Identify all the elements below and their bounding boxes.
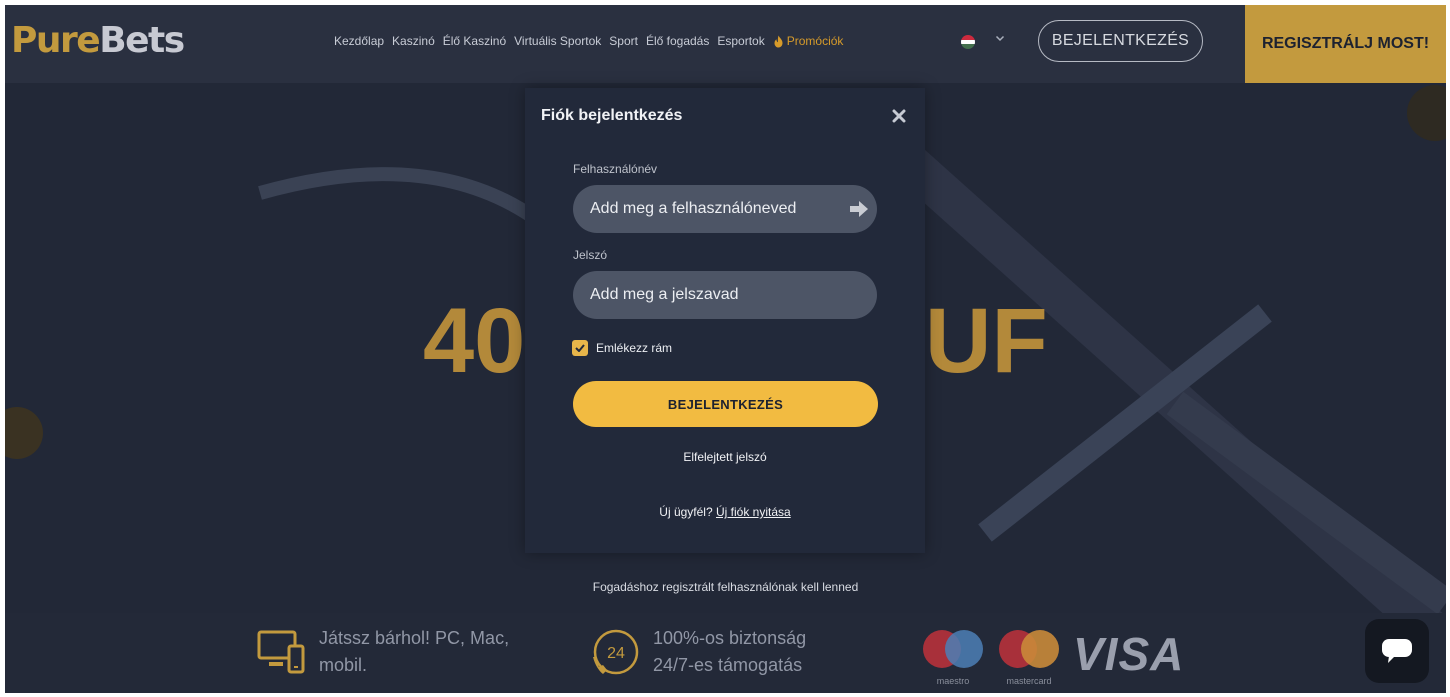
- chat-button[interactable]: [1365, 619, 1429, 683]
- visa-logo: VISA: [1073, 628, 1185, 680]
- logo-pure: Pure: [11, 20, 101, 61]
- remember-checkbox[interactable]: [572, 340, 588, 356]
- register-now-button[interactable]: REGISZTRÁLJ MOST!: [1245, 5, 1446, 83]
- username-label: Felhasználónév: [573, 162, 658, 176]
- new-account-row: Új ügyfél? Új fiók nyitása: [525, 505, 925, 519]
- language-chevron-down-icon[interactable]: [995, 32, 1005, 46]
- nav-item-promotions[interactable]: Promóciók: [773, 34, 844, 48]
- password-placeholder: Add meg a jelszavad: [590, 286, 739, 303]
- password-input[interactable]: Add meg a jelszavad: [573, 271, 877, 319]
- support-24-icon: 24: [593, 629, 639, 675]
- hero-amount-right: UF: [925, 290, 1048, 392]
- username-placeholder: Add meg a felhasználóneved: [590, 200, 797, 217]
- nav-item-live-casino[interactable]: Élő Kaszinó: [443, 34, 506, 48]
- close-icon[interactable]: [892, 107, 908, 123]
- page-frame: PureBets Kezdőlap Kaszinó Élő Kaszinó Vi…: [5, 5, 1446, 693]
- nav-item-esports[interactable]: Esportok: [717, 34, 764, 48]
- registration-note: Fogadáshoz regisztrált felhasználónak ke…: [592, 580, 859, 594]
- top-header: PureBets Kezdőlap Kaszinó Élő Kaszinó Vi…: [5, 5, 1446, 83]
- support-badge: 24: [607, 645, 625, 662]
- devices-line2: mobil.: [319, 655, 368, 675]
- open-account-link[interactable]: Új fiók nyitása: [716, 505, 791, 519]
- fire-icon: [774, 35, 783, 47]
- promo-label: Promóciók: [786, 34, 844, 48]
- nav-item-virtual-sports[interactable]: Virtuális Sportok: [514, 34, 601, 48]
- password-label: Jelszó: [573, 248, 608, 262]
- purebets-logo[interactable]: PureBets: [11, 19, 185, 63]
- nav-item-live-betting[interactable]: Élő fogadás: [646, 34, 709, 48]
- checkmark-icon: [575, 344, 585, 352]
- username-input[interactable]: Add meg a felhasználóneved: [573, 185, 877, 233]
- logo-bets: Bets: [99, 20, 185, 61]
- mastercard-label: mastercard: [1006, 676, 1052, 686]
- hungarian-flag-icon[interactable]: [961, 35, 975, 49]
- main-nav: Kezdőlap Kaszinó Élő Kaszinó Virtuális S…: [334, 34, 843, 48]
- chat-bubble-icon: [1382, 639, 1412, 663]
- devices-icon: [257, 630, 305, 674]
- nav-item-sport[interactable]: Sport: [609, 34, 638, 48]
- header-login-button[interactable]: BEJELENTKEZÉS: [1038, 20, 1203, 62]
- autofill-arrow-icon[interactable]: [849, 200, 869, 223]
- new-customer-label: Új ügyfél?: [659, 505, 713, 519]
- modal-title: Fiók bejelentkezés: [541, 107, 683, 124]
- mastercard-logo: mastercard: [997, 629, 1061, 686]
- nav-item-casino[interactable]: Kaszinó: [392, 34, 435, 48]
- support-line2: 24/7-es támogatás: [653, 655, 803, 675]
- forgot-password-link[interactable]: Elfelejtett jelszó: [525, 450, 925, 464]
- devices-line1: Játssz bárhol! PC, Mac,: [319, 628, 510, 648]
- remember-me[interactable]: Emlékezz rám: [572, 340, 672, 356]
- hero-amount-left: 40: [423, 290, 526, 392]
- maestro-label: maestro: [936, 676, 970, 686]
- login-submit-button[interactable]: BEJELENTKEZÉS: [573, 381, 878, 427]
- remember-label: Emlékezz rám: [596, 341, 673, 355]
- feature-support: 24 100%-os biztonság 24/7-es támogatás: [589, 625, 806, 679]
- support-line1: 100%-os biztonság: [653, 628, 807, 648]
- nav-item-home[interactable]: Kezdőlap: [334, 34, 384, 48]
- features-strip: Játssz bárhol! PC, Mac, mobil. 24 100%-o…: [5, 613, 1446, 693]
- maestro-logo: maestro: [921, 629, 985, 686]
- login-modal: Fiók bejelentkezés Felhasználónév Add me…: [525, 88, 925, 553]
- feature-devices: Játssz bárhol! PC, Mac, mobil.: [257, 625, 509, 679]
